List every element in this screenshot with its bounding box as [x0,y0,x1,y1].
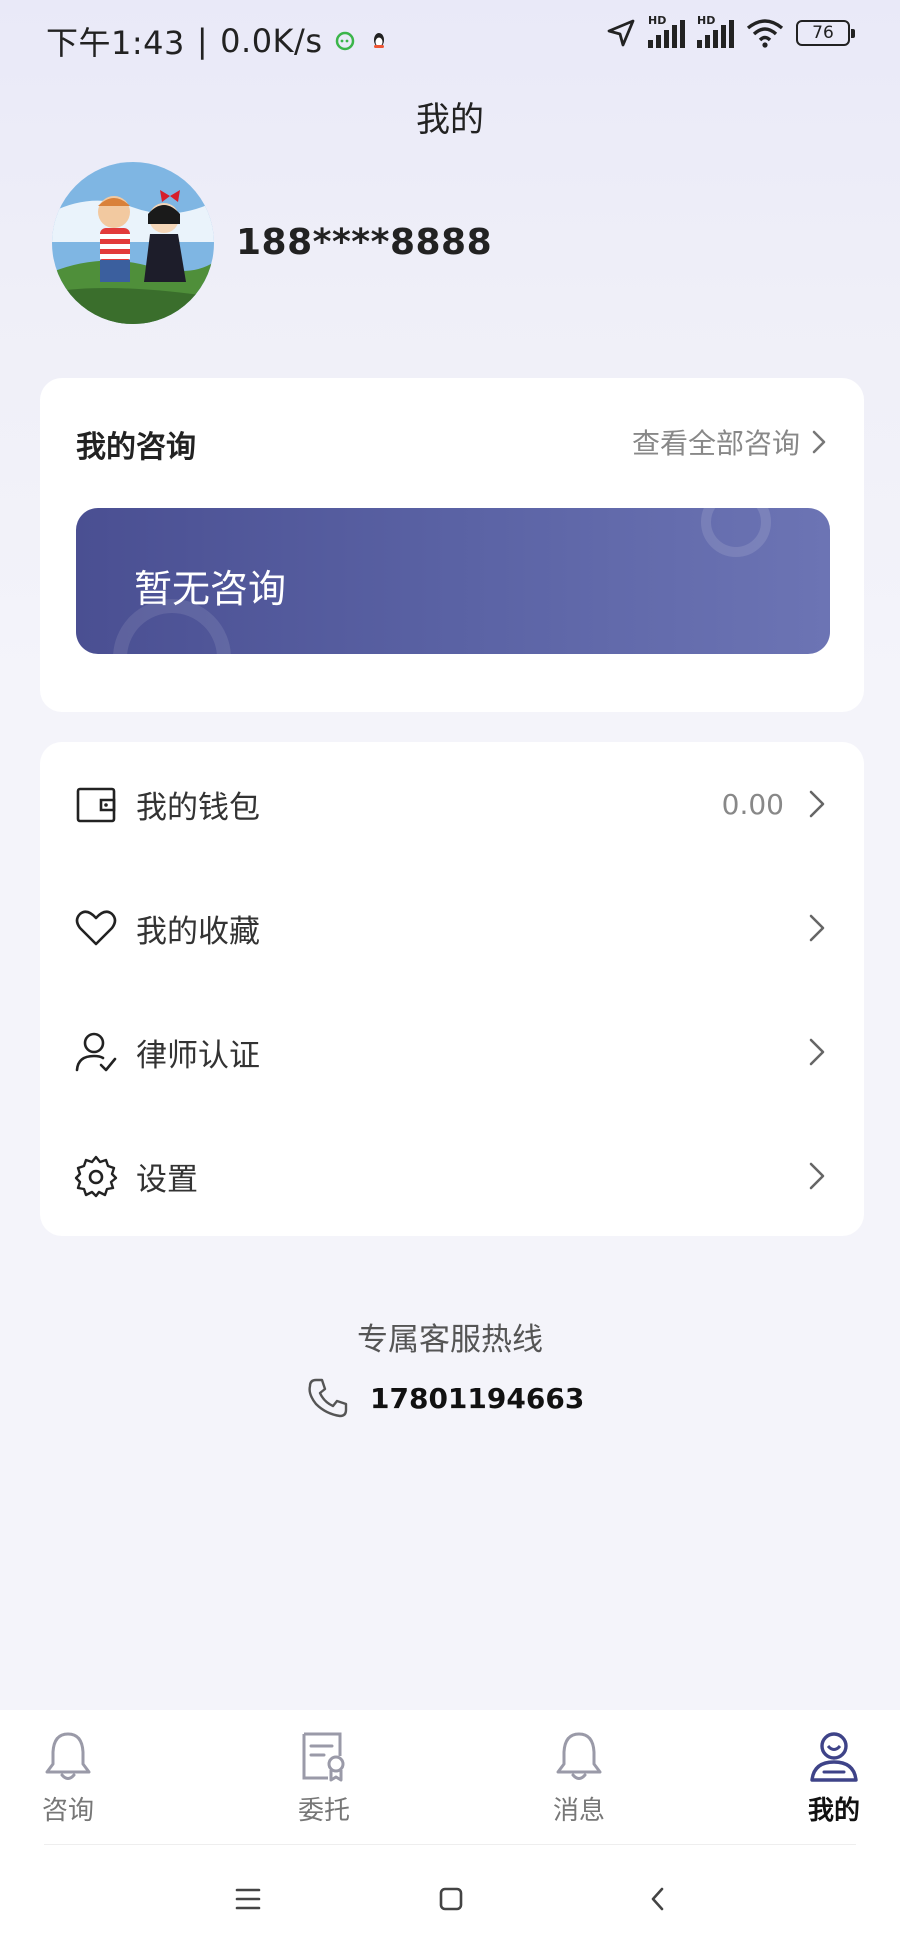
signal-icon: HD [648,14,685,48]
chevron-right-icon [809,790,825,818]
phone-icon [308,1378,348,1418]
view-all-label: 查看全部咨询 [631,427,800,460]
status-bar: 下午1:43 | 0.0K/s HD HD 76 [0,0,900,80]
nav-separator [44,1844,856,1845]
battery-indicator: 76 [796,20,855,46]
tab-label-messages: 消息 [552,1796,605,1826]
document-icon [302,1732,345,1782]
status-left: 下午1:43 | 0.0K/s [46,18,390,64]
menu-item-lawyer-certification[interactable]: 律师认证 [40,990,864,1114]
status-divider: | [196,22,209,60]
wallet-icon [76,787,116,823]
menu-item-wallet[interactable]: 我的钱包 0.00 [40,742,864,866]
empty-consultations-banner[interactable]: 暂无咨询 [76,508,830,654]
chevron-right-icon [812,430,826,454]
avatar[interactable] [52,162,214,324]
page-title: 我的 [416,100,484,140]
heart-icon [75,910,117,946]
wechat-notification-icon [336,31,355,51]
tab-label-entrust: 委托 [297,1796,350,1826]
wallet-balance: 0.00 [721,787,784,821]
bottom-tab-bar: 咨询 委托 消息 我的 [0,1710,900,1844]
chevron-right-icon [809,914,825,942]
consultations-title: 我的咨询 [76,430,196,465]
hotline-title: 专属客服热线 [357,1322,543,1358]
menu-label-favorites: 我的收藏 [136,913,260,950]
hotline-number: 17801194663 [370,1381,585,1415]
back-icon[interactable] [648,1886,668,1912]
chevron-right-icon [809,1038,825,1066]
system-nav-bar [0,1844,900,1950]
location-arrow-icon [607,19,635,47]
menu-label-wallet: 我的钱包 [136,789,260,826]
empty-consultations-text: 暂无咨询 [134,567,287,611]
tab-messages[interactable]: 消息 [519,1728,639,1827]
status-right: HD HD 76 [606,14,855,48]
person-icon [810,1732,858,1782]
hotline-call-button[interactable]: 17801194663 [306,1376,584,1420]
home-square-icon[interactable] [438,1886,464,1912]
tab-label-mine: 我的 [807,1796,860,1826]
tab-consult[interactable]: 咨询 [8,1728,128,1827]
menu-label-lawyer-certification: 律师认证 [136,1037,260,1074]
signal-hd-label: HD [648,14,667,27]
status-time: 下午1:43 [46,24,185,62]
wifi-icon [746,19,784,48]
tab-label-consult: 咨询 [41,1796,94,1826]
signal-icon-2: HD [697,14,734,48]
menu-card: 我的钱包 0.00 我的收藏 律师认证 设置 [40,742,864,1236]
consultations-card: 我的咨询 查看全部咨询 暂无咨询 [40,378,864,712]
menu-item-favorites[interactable]: 我的收藏 [40,866,864,990]
bell-icon [556,1732,602,1780]
user-check-icon [75,1032,117,1072]
menu-label-settings: 设置 [136,1161,198,1198]
tab-mine[interactable]: 我的 [774,1728,894,1827]
signal-hd-label-2: HD [697,14,716,27]
gear-icon [74,1155,118,1198]
bell-icon [45,1732,91,1780]
view-all-consultations-link[interactable]: 查看全部咨询 [632,422,826,462]
status-speed: 0.0K/s [220,22,323,60]
avatar-illustration [52,162,214,324]
qq-notification-icon [374,33,385,48]
tab-entrust[interactable]: 委托 [264,1728,384,1827]
chevron-right-icon [809,1162,825,1190]
username-phone: 188****8888 [236,222,493,263]
menu-icon[interactable] [234,1886,262,1912]
menu-item-settings[interactable]: 设置 [40,1114,864,1238]
